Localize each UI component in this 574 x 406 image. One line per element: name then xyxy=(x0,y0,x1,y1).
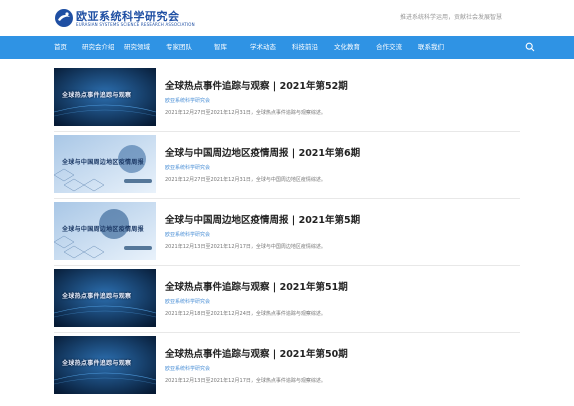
divider xyxy=(54,265,520,266)
article-title[interactable]: 全球热点事件追踪与观察 | 2021年第52期 xyxy=(165,78,348,92)
article-thumbnail[interactable]: 全球与中国周边地区疫情周报 xyxy=(54,135,156,193)
list-item[interactable]: 全球热点事件追踪与观察 全球热点事件追踪与观察 | 2021年第51期 欧亚系统… xyxy=(54,269,520,333)
logo-emblem-icon xyxy=(55,9,73,27)
divider xyxy=(54,198,520,199)
nav-item-culture[interactable]: 文化教育 xyxy=(334,36,360,59)
article-thumbnail[interactable]: 全球热点事件追踪与观察 xyxy=(54,269,156,327)
article-title[interactable]: 全球与中国周边地区疫情周报 | 2021年第6期 xyxy=(165,145,360,159)
article-summary: 2021年12月27日至2021年12月31日，全球与中国周边地区疫情综述。 xyxy=(165,177,326,183)
nav-item-news[interactable]: 学术动态 xyxy=(250,36,276,59)
site-logo[interactable]: 欧亚系统科学研究会 EURASIAN SYSTEMS SCIENCE RESEA… xyxy=(54,7,195,31)
article-summary: 2021年12月13日至2021年12月17日，全球热点事件追踪与观察综述。 xyxy=(165,378,326,384)
article-summary: 2021年12月13日至2021年12月17日，全球与中国周边地区疫情综述。 xyxy=(165,244,326,250)
thumbnail-caption: 全球热点事件追踪与观察 xyxy=(62,360,132,367)
article-title[interactable]: 全球与中国周边地区疫情周报 | 2021年第5期 xyxy=(165,212,360,226)
search-icon[interactable] xyxy=(525,42,535,52)
nav-item-thinktank[interactable]: 智库 xyxy=(214,36,227,59)
thumbnail-caption: 全球与中国周边地区疫情周报 xyxy=(62,226,144,233)
nav-item-research[interactable]: 研究领域 xyxy=(124,36,150,59)
article-source: 欧亚系统科学研究会 xyxy=(165,165,211,171)
list-item[interactable]: 全球与中国周边地区疫情周报 全球与中国周边地区疫情周报 | 2021年第5期 欧… xyxy=(54,202,520,266)
article-source: 欧亚系统科学研究会 xyxy=(165,366,211,372)
nav-item-frontier[interactable]: 科技前沿 xyxy=(292,36,318,59)
thumbnail-caption: 全球热点事件追踪与观察 xyxy=(62,293,132,300)
article-title[interactable]: 全球热点事件追踪与观察 | 2021年第51期 xyxy=(165,279,348,293)
divider xyxy=(54,332,520,333)
logo-subtitle: EURASIAN SYSTEMS SCIENCE RESEARCH ASSOCI… xyxy=(76,22,195,27)
nav-item-contact[interactable]: 联系我们 xyxy=(418,36,444,59)
article-thumbnail[interactable]: 全球热点事件追踪与观察 xyxy=(54,68,156,126)
article-source: 欧亚系统科学研究会 xyxy=(165,299,211,305)
article-source: 欧亚系统科学研究会 xyxy=(165,98,211,104)
article-thumbnail[interactable]: 全球与中国周边地区疫情周报 xyxy=(54,202,156,260)
site-header: 欧亚系统科学研究会 EURASIAN SYSTEMS SCIENCE RESEA… xyxy=(0,0,574,36)
article-summary: 2021年12月18日至2021年12月24日，全球热点事件追踪与观察综述。 xyxy=(165,311,326,317)
nav-item-home[interactable]: 首页 xyxy=(54,36,67,59)
nav-item-cooperation[interactable]: 合作交流 xyxy=(376,36,402,59)
article-title[interactable]: 全球热点事件追踪与观察 | 2021年第50期 xyxy=(165,346,348,360)
header-slogan: 推进系统科学运用，贡献社会发展智慧 xyxy=(400,14,503,21)
list-item[interactable]: 全球热点事件追踪与观察 全球热点事件追踪与观察 | 2021年第52期 欧亚系统… xyxy=(54,68,520,132)
thumbnail-caption: 全球与中国周边地区疫情周报 xyxy=(62,159,144,166)
article-summary: 2021年12月27日至2021年12月31日，全球热点事件追踪与观察综述。 xyxy=(165,110,326,116)
article-thumbnail[interactable]: 全球热点事件追踪与观察 xyxy=(54,336,156,394)
list-item[interactable]: 全球与中国周边地区疫情周报 全球与中国周边地区疫情周报 | 2021年第6期 欧… xyxy=(54,135,520,199)
list-item[interactable]: 全球热点事件追踪与观察 全球热点事件追踪与观察 | 2021年第50期 欧亚系统… xyxy=(54,336,520,394)
nav-item-about[interactable]: 研究会介绍 xyxy=(82,36,115,59)
divider xyxy=(54,131,520,132)
thumbnail-caption: 全球热点事件追踪与观察 xyxy=(62,92,132,99)
nav-item-experts[interactable]: 专家团队 xyxy=(166,36,192,59)
article-source: 欧亚系统科学研究会 xyxy=(165,232,211,238)
main-nav: 首页 研究会介绍 研究领域 专家团队 智库 学术动态 科技前沿 文化教育 合作交… xyxy=(0,36,574,59)
